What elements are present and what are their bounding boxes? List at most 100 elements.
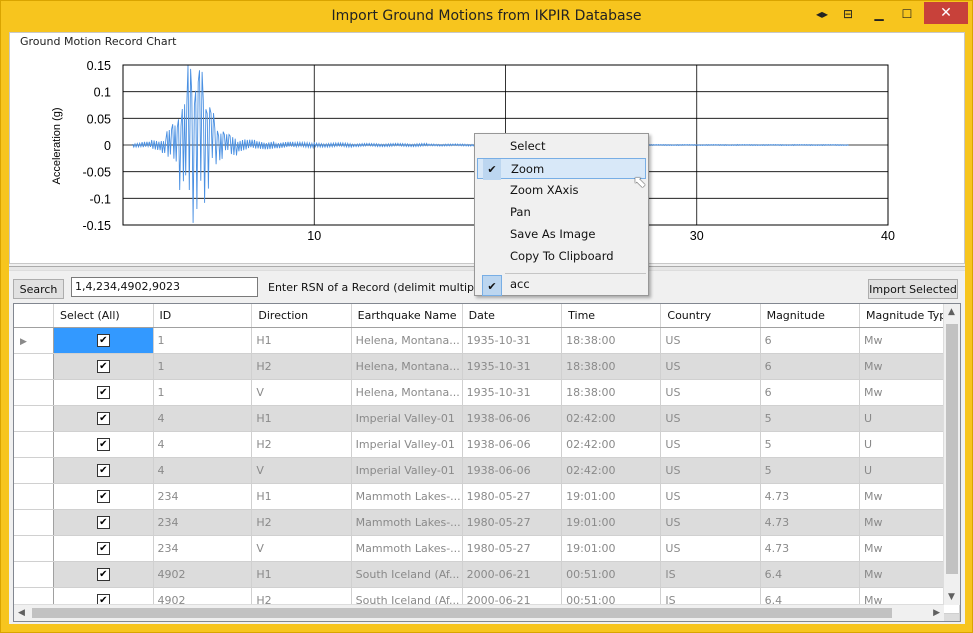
table-cell[interactable]: 234 — [153, 509, 253, 536]
vertical-scrollbar[interactable]: ▲ ▼ — [943, 304, 960, 605]
table-row[interactable]: ✔ 234 V Mammoth Lakes-... 1980-05-27 19:01:00… — [14, 535, 960, 562]
column-header[interactable]: Time — [561, 304, 662, 328]
table-cell[interactable]: Imperial Valley-01 — [351, 457, 463, 484]
select-cell[interactable]: ✔ — [53, 457, 154, 484]
table-cell[interactable]: H1 — [251, 405, 352, 432]
menu-item-zoom-xaxis[interactable]: Zoom XAxis — [477, 180, 646, 201]
vertical-scroll-thumb[interactable] — [946, 324, 958, 574]
scroll-left-icon[interactable]: ◀ — [18, 608, 25, 618]
table-cell[interactable]: 19:01:00 — [561, 483, 662, 510]
table-cell[interactable]: 4 — [153, 431, 253, 458]
table-cell[interactable]: 4902 — [153, 561, 253, 588]
table-cell[interactable]: US — [660, 431, 761, 458]
row-header[interactable] — [14, 509, 55, 536]
menu-item-pan[interactable]: Pan — [477, 202, 646, 223]
table-cell[interactable]: 1 — [153, 379, 253, 406]
table-cell[interactable]: US — [660, 327, 761, 354]
table-cell[interactable]: Helena, Montana... — [351, 379, 463, 406]
table-cell[interactable]: 1938-06-06 — [462, 431, 563, 458]
menu-item-save-as-image[interactable]: Save As Image — [477, 224, 646, 245]
row-header[interactable]: ▶ — [14, 327, 55, 354]
column-header[interactable]: Country — [660, 304, 761, 328]
select-checkbox[interactable]: ✔ — [96, 464, 110, 478]
select-checkbox[interactable]: ✔ — [96, 490, 110, 504]
table-cell[interactable]: 18:38:00 — [561, 327, 662, 354]
select-cell[interactable]: ✔ — [53, 431, 154, 458]
table-cell[interactable]: V — [251, 457, 352, 484]
table-cell[interactable]: 234 — [153, 483, 253, 510]
table-cell[interactable]: US — [660, 457, 761, 484]
row-header[interactable] — [14, 379, 55, 406]
table-cell[interactable]: Mammoth Lakes-... — [351, 509, 463, 536]
table-row[interactable]: ✔ 4 H2 Imperial Valley-01 1938-06-06 02:42:00… — [14, 431, 960, 458]
select-checkbox[interactable]: ✔ — [96, 334, 110, 348]
table-cell[interactable]: US — [660, 379, 761, 406]
select-cell[interactable]: ✔ — [53, 353, 154, 380]
menu-item-select[interactable]: Select — [477, 136, 646, 157]
import-selected-button[interactable]: Import Selected — [868, 279, 958, 299]
table-row[interactable]: ✔ 4902 H1 South Iceland (Af... 2000-06-21 00:… — [14, 561, 960, 588]
select-cell[interactable]: ✔ — [53, 379, 154, 406]
table-cell[interactable]: 02:42:00 — [561, 405, 662, 432]
table-cell[interactable]: South Iceland (Af... — [351, 561, 463, 588]
close-button[interactable]: ✕ — [924, 2, 968, 24]
table-cell[interactable]: 4.73 — [760, 483, 861, 510]
table-cell[interactable]: V — [251, 535, 352, 562]
table-cell[interactable]: H1 — [251, 327, 352, 354]
table-cell[interactable]: 6 — [760, 379, 861, 406]
select-checkbox[interactable]: ✔ — [96, 542, 110, 556]
menu-item-series-acc[interactable]: ✔ acc — [477, 274, 646, 296]
table-cell[interactable]: 4.73 — [760, 509, 861, 536]
select-cell[interactable]: ✔ — [53, 535, 154, 562]
table-cell[interactable]: US — [660, 405, 761, 432]
select-checkbox[interactable]: ✔ — [96, 386, 110, 400]
scroll-up-icon[interactable]: ▲ — [948, 307, 955, 317]
minimize-button[interactable]: ▁ — [869, 5, 889, 25]
scroll-down-icon[interactable]: ▼ — [948, 592, 955, 602]
table-cell[interactable]: 6 — [760, 327, 861, 354]
table-cell[interactable]: 5 — [760, 405, 861, 432]
select-cell[interactable]: ✔ — [53, 483, 154, 510]
table-cell[interactable]: Imperial Valley-01 — [351, 405, 463, 432]
table-row[interactable]: ✔ 234 H2 Mammoth Lakes-... 1980-05-27 19:01:0… — [14, 509, 960, 536]
table-cell[interactable]: 18:38:00 — [561, 353, 662, 380]
table-cell[interactable]: Helena, Montana... — [351, 353, 463, 380]
select-cell[interactable]: ✔ — [53, 561, 154, 588]
select-cell[interactable]: ✔ — [53, 327, 154, 354]
table-cell[interactable]: 1938-06-06 — [462, 457, 563, 484]
menu-item-copy-to-clipboard[interactable]: Copy To Clipboard — [477, 246, 646, 267]
maximize-button[interactable]: ☐ — [897, 5, 917, 25]
column-header[interactable]: ID — [153, 304, 253, 328]
dock-icon[interactable]: ⊟ — [839, 5, 857, 25]
table-row[interactable]: ▶ ✔ 1 H1 Helena, Montana... 1935-10-31 18:38:0… — [14, 327, 960, 354]
row-header[interactable] — [14, 431, 55, 458]
column-header[interactable]: Date — [462, 304, 563, 328]
table-cell[interactable]: 1938-06-06 — [462, 405, 563, 432]
row-header[interactable] — [14, 535, 55, 562]
table-row[interactable]: ✔ 234 H1 Mammoth Lakes-... 1980-05-27 19:01:0… — [14, 483, 960, 510]
horizontal-scroll-thumb[interactable] — [32, 608, 892, 618]
row-header[interactable] — [14, 561, 55, 588]
search-button[interactable]: Search — [13, 279, 64, 299]
table-cell[interactable]: H1 — [251, 483, 352, 510]
table-cell[interactable]: 4 — [153, 405, 253, 432]
table-cell[interactable]: IS — [660, 561, 761, 588]
table-cell[interactable]: Imperial Valley-01 — [351, 431, 463, 458]
table-cell[interactable]: 1980-05-27 — [462, 535, 563, 562]
table-cell[interactable]: 6 — [760, 353, 861, 380]
select-cell[interactable]: ✔ — [53, 509, 154, 536]
table-cell[interactable]: 4.73 — [760, 535, 861, 562]
table-row[interactable]: ✔ 1 V Helena, Montana... 1935-10-31 18:38:00 U… — [14, 379, 960, 406]
select-checkbox[interactable]: ✔ — [96, 516, 110, 530]
table-cell[interactable]: 02:42:00 — [561, 457, 662, 484]
table-cell[interactable]: 19:01:00 — [561, 509, 662, 536]
select-checkbox[interactable]: ✔ — [96, 568, 110, 582]
scroll-right-icon[interactable]: ▶ — [933, 608, 940, 618]
table-row[interactable]: ✔ 1 H2 Helena, Montana... 1935-10-31 18:38:00… — [14, 353, 960, 380]
table-cell[interactable]: US — [660, 535, 761, 562]
table-cell[interactable]: US — [660, 509, 761, 536]
table-cell[interactable]: 02:42:00 — [561, 431, 662, 458]
select-checkbox[interactable]: ✔ — [96, 438, 110, 452]
table-cell[interactable]: H2 — [251, 431, 352, 458]
table-cell[interactable]: 1935-10-31 — [462, 379, 563, 406]
